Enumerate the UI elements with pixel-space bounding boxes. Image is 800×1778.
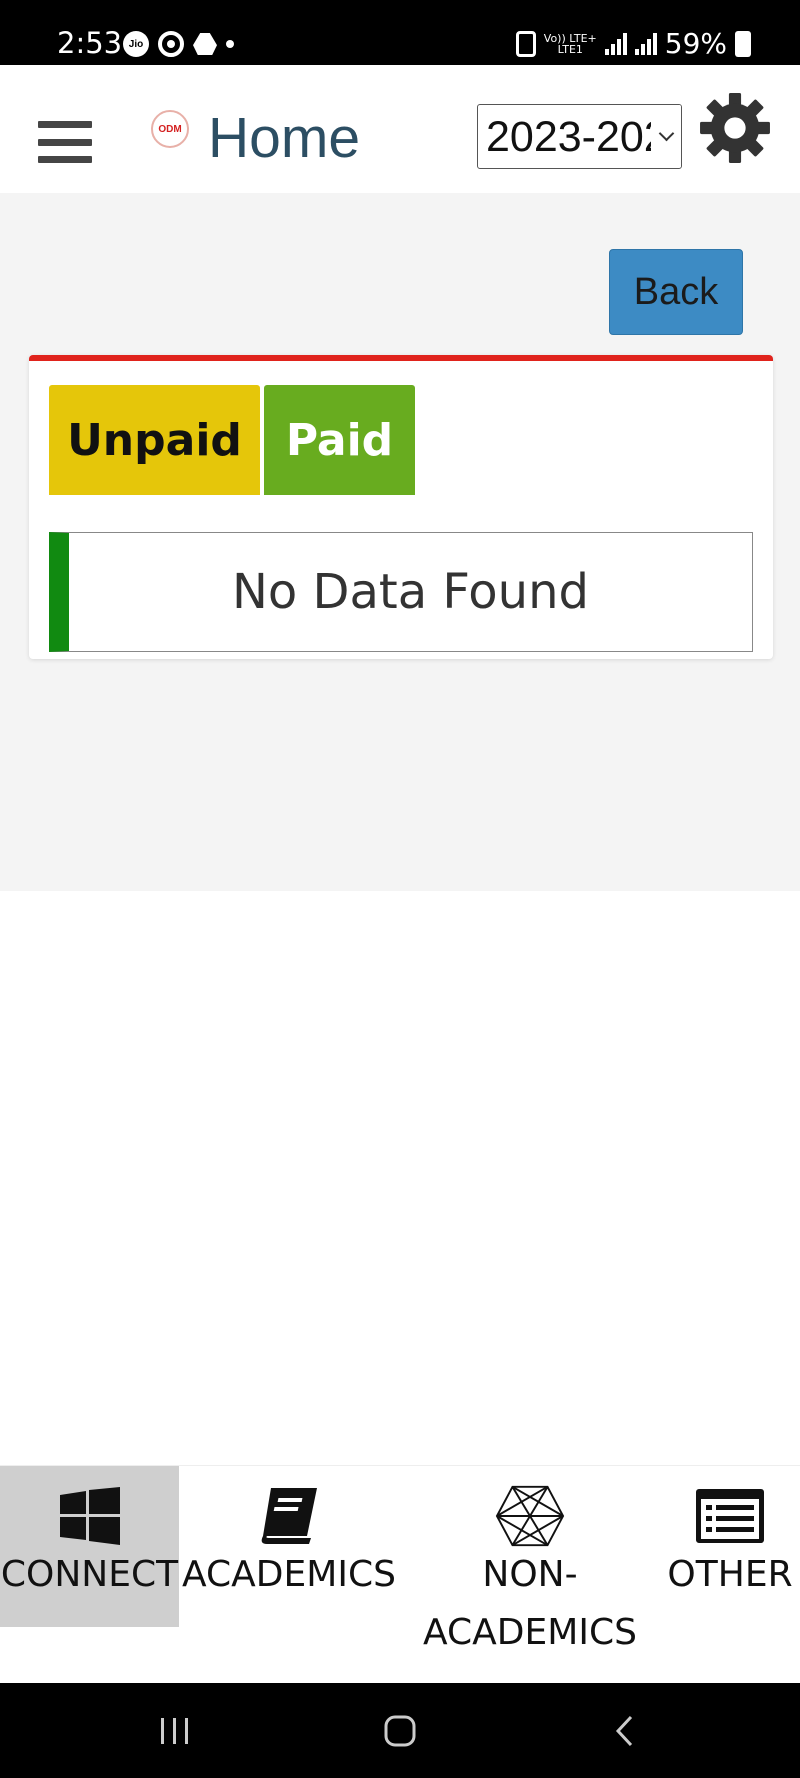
main-content: Back Unpaid Paid No Data Found xyxy=(0,193,800,891)
windows-icon xyxy=(55,1486,125,1546)
home-icon[interactable] xyxy=(350,1683,450,1778)
gear-icon[interactable] xyxy=(697,90,773,166)
signal-icon xyxy=(604,32,627,55)
system-nav-bar xyxy=(0,1683,800,1778)
tab-unpaid[interactable]: Unpaid xyxy=(49,385,260,495)
network-type-top: Vo)) LTE+ xyxy=(543,31,597,45)
nav-other[interactable]: OTHER xyxy=(660,1466,800,1604)
page-title: Home xyxy=(208,106,361,170)
list-icon xyxy=(695,1486,765,1546)
battery-icon xyxy=(735,30,751,57)
nav-non-academics[interactable]: NON- ACADEMICS xyxy=(420,1466,640,1662)
app-header: ODM Home 2023-2024 xyxy=(0,65,800,193)
signal-icon xyxy=(634,32,657,55)
nav-connect-label: CONNECT xyxy=(0,1554,179,1595)
menu-icon[interactable] xyxy=(38,121,92,163)
battery-percent: 59% xyxy=(664,27,727,60)
nav-non-academics-label-2: ACADEMICS xyxy=(423,1612,637,1653)
bottom-nav: CONNECT ACADEMICS NON- ACADEMICS OTHER xyxy=(0,1465,800,1683)
jio-icon: Jio xyxy=(123,31,149,57)
network-icon xyxy=(495,1485,565,1547)
nav-other-label: OTHER xyxy=(667,1554,793,1595)
notification-dot-icon xyxy=(226,40,234,48)
sim-icon xyxy=(515,30,536,57)
nav-academics[interactable]: ACADEMICS xyxy=(180,1466,398,1604)
nav-academics-label: ACADEMICS xyxy=(182,1554,396,1595)
tab-paid[interactable]: Paid xyxy=(264,385,415,495)
back-icon[interactable] xyxy=(575,1683,675,1778)
network-type-bottom: LTE1 xyxy=(557,42,583,56)
nav-connect[interactable]: CONNECT xyxy=(0,1466,179,1627)
fees-card: Unpaid Paid No Data Found xyxy=(29,355,773,659)
status-bar: 2:53 Jio Vo)) LTE+ LTE1 59% xyxy=(0,0,800,65)
record-icon xyxy=(158,31,184,57)
recent-apps-icon[interactable] xyxy=(125,1683,225,1778)
status-time: 2:53 xyxy=(57,26,123,60)
drive-icon xyxy=(193,33,217,55)
nav-non-academics-label-1: NON- xyxy=(482,1554,578,1595)
empty-state-message: No Data Found xyxy=(49,532,753,652)
school-logo: ODM xyxy=(151,110,189,148)
back-button[interactable]: Back xyxy=(609,249,743,335)
academic-year-select[interactable]: 2023-2024 xyxy=(477,104,682,169)
chevron-down-icon xyxy=(651,105,681,167)
book-icon xyxy=(254,1486,324,1546)
